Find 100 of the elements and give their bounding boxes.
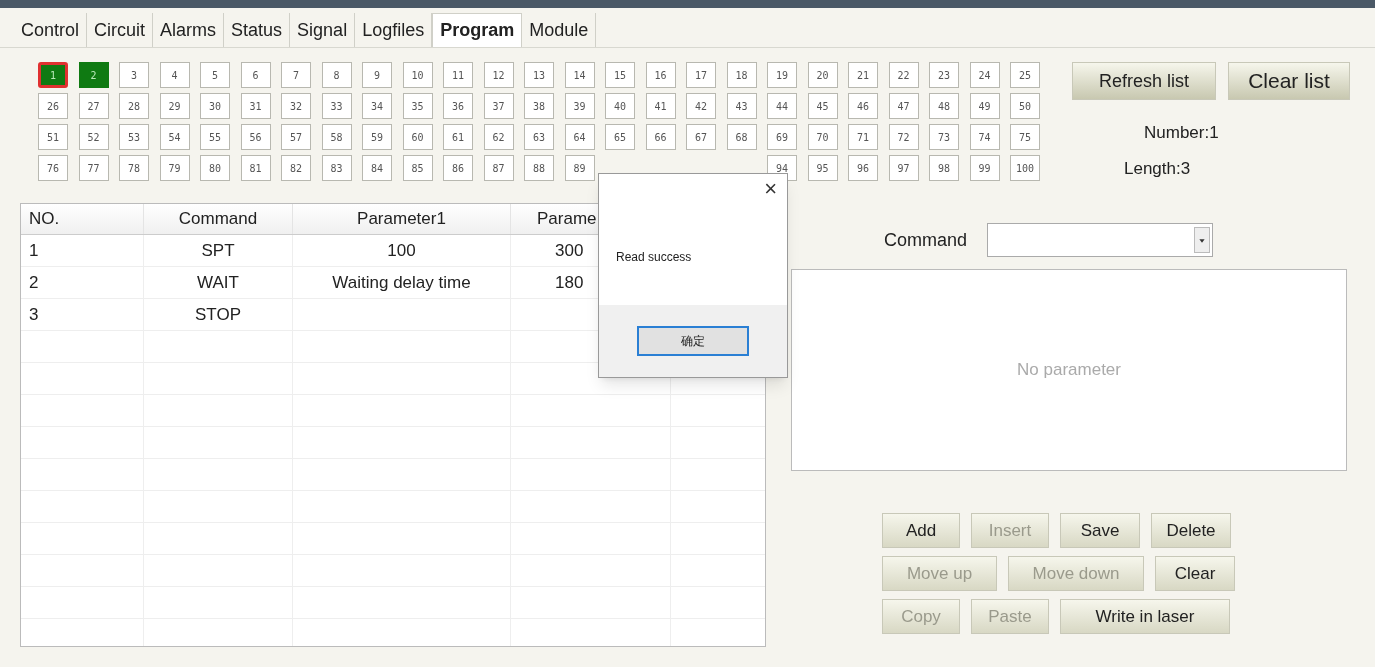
tab[interactable]: Circuit — [87, 13, 154, 47]
slot-button[interactable]: 42 — [686, 93, 716, 119]
tab[interactable]: Module — [522, 13, 597, 47]
slot-button[interactable]: 70 — [807, 124, 838, 150]
slot-button[interactable]: 33 — [321, 93, 352, 119]
slot-button[interactable]: 78 — [119, 155, 149, 181]
tab[interactable]: Alarms — [153, 13, 225, 47]
slot-button[interactable]: 65 — [605, 124, 635, 150]
slot-button[interactable]: 35 — [402, 93, 433, 119]
slot-button[interactable]: 48 — [929, 93, 959, 119]
slot-button[interactable]: 77 — [78, 155, 109, 181]
slot-button[interactable]: 20 — [807, 62, 838, 88]
slot-button[interactable]: 89 — [564, 155, 595, 181]
slot-button[interactable]: 26 — [38, 93, 68, 119]
slot-button[interactable]: 97 — [888, 155, 919, 181]
action-button[interactable]: Save — [1060, 513, 1140, 548]
slot-button[interactable]: 57 — [281, 124, 311, 150]
slot-button[interactable]: 11 — [443, 62, 473, 88]
slot-button[interactable]: 21 — [848, 62, 878, 88]
slot-button[interactable]: 28 — [119, 93, 149, 119]
slot-button[interactable]: 37 — [483, 93, 514, 119]
slot-button[interactable]: 24 — [969, 62, 1000, 88]
slot-button[interactable]: 1 — [38, 62, 68, 88]
slot-button[interactable]: 36 — [443, 93, 473, 119]
tab[interactable]: Control — [14, 13, 88, 47]
slot-button[interactable]: 56 — [240, 124, 271, 150]
slot-button[interactable]: 5 — [200, 62, 230, 88]
slot-button[interactable]: 84 — [362, 155, 392, 181]
slot-button[interactable]: 29 — [159, 93, 190, 119]
ok-button[interactable]: 确定 — [637, 326, 749, 356]
slot-button[interactable]: 45 — [807, 93, 838, 119]
slot-button[interactable]: 100 — [1010, 155, 1040, 181]
slot-button[interactable]: 75 — [1010, 124, 1040, 150]
slot-button[interactable]: 74 — [969, 124, 1000, 150]
slot-button[interactable]: 2 — [78, 62, 109, 88]
slot-button[interactable]: 72 — [888, 124, 919, 150]
slot-button[interactable]: 80 — [200, 155, 230, 181]
slot-button[interactable]: 60 — [402, 124, 433, 150]
list-button[interactable]: Clear list — [1228, 62, 1350, 100]
slot-button[interactable]: 86 — [443, 155, 473, 181]
slot-button[interactable]: 12 — [483, 62, 514, 88]
slot-button[interactable]: 17 — [686, 62, 716, 88]
slot-button[interactable]: 64 — [564, 124, 595, 150]
slot-button[interactable]: 61 — [443, 124, 473, 150]
slot-button[interactable]: 95 — [807, 155, 838, 181]
slot-button[interactable]: 30 — [200, 93, 230, 119]
slot-button[interactable]: 41 — [645, 93, 676, 119]
slot-button[interactable]: 14 — [564, 62, 595, 88]
tab[interactable]: Status — [224, 13, 291, 47]
slot-button[interactable]: 4 — [159, 62, 190, 88]
close-button[interactable]: × — [764, 178, 777, 200]
slot-button[interactable]: 18 — [726, 62, 757, 88]
slot-button[interactable]: 46 — [848, 93, 878, 119]
list-button[interactable]: Refresh list — [1072, 62, 1216, 100]
slot-button[interactable]: 88 — [524, 155, 554, 181]
slot-button[interactable]: 50 — [1010, 93, 1040, 119]
slot-button[interactable]: 81 — [240, 155, 271, 181]
slot-button[interactable]: 25 — [1010, 62, 1040, 88]
slot-button[interactable]: 52 — [78, 124, 109, 150]
slot-button[interactable]: 71 — [848, 124, 878, 150]
slot-button[interactable]: 6 — [240, 62, 271, 88]
slot-button[interactable]: 68 — [726, 124, 757, 150]
slot-button[interactable]: 98 — [929, 155, 959, 181]
slot-button[interactable]: 34 — [362, 93, 392, 119]
slot-button[interactable]: 27 — [78, 93, 109, 119]
slot-button[interactable]: 31 — [240, 93, 271, 119]
action-button[interactable]: Write in laser — [1060, 599, 1230, 634]
slot-button[interactable]: 79 — [159, 155, 190, 181]
tab[interactable]: Program — [432, 13, 523, 47]
slot-button[interactable]: 73 — [929, 124, 959, 150]
slot-button[interactable]: 82 — [281, 155, 311, 181]
slot-button[interactable]: 66 — [645, 124, 676, 150]
slot-button[interactable]: 22 — [888, 62, 919, 88]
slot-button[interactable]: 47 — [888, 93, 919, 119]
action-button[interactable]: Delete — [1151, 513, 1231, 548]
slot-button[interactable]: 32 — [281, 93, 311, 119]
slot-button[interactable]: 49 — [969, 93, 1000, 119]
command-dropdown[interactable] — [987, 223, 1214, 257]
slot-button[interactable]: 38 — [524, 93, 554, 119]
slot-button[interactable]: 16 — [645, 62, 676, 88]
slot-button[interactable]: 10 — [402, 62, 433, 88]
slot-button[interactable]: 54 — [159, 124, 190, 150]
slot-button[interactable]: 8 — [321, 62, 352, 88]
slot-button[interactable]: 85 — [402, 155, 433, 181]
slot-button[interactable]: 13 — [524, 62, 554, 88]
slot-button[interactable]: 69 — [767, 124, 797, 150]
slot-button[interactable]: 39 — [564, 93, 595, 119]
slot-button[interactable]: 44 — [767, 93, 797, 119]
slot-button[interactable]: 59 — [362, 124, 392, 150]
slot-button[interactable]: 96 — [848, 155, 878, 181]
slot-button[interactable]: 67 — [686, 124, 716, 150]
slot-button[interactable]: 23 — [929, 62, 959, 88]
slot-button[interactable]: 58 — [321, 124, 352, 150]
slot-button[interactable]: 3 — [119, 62, 149, 88]
slot-button[interactable]: 53 — [119, 124, 149, 150]
slot-button[interactable]: 7 — [281, 62, 311, 88]
slot-button[interactable]: 55 — [200, 124, 230, 150]
tab[interactable]: Signal — [290, 13, 356, 47]
slot-button[interactable]: 83 — [321, 155, 352, 181]
slot-button[interactable]: 63 — [524, 124, 554, 150]
